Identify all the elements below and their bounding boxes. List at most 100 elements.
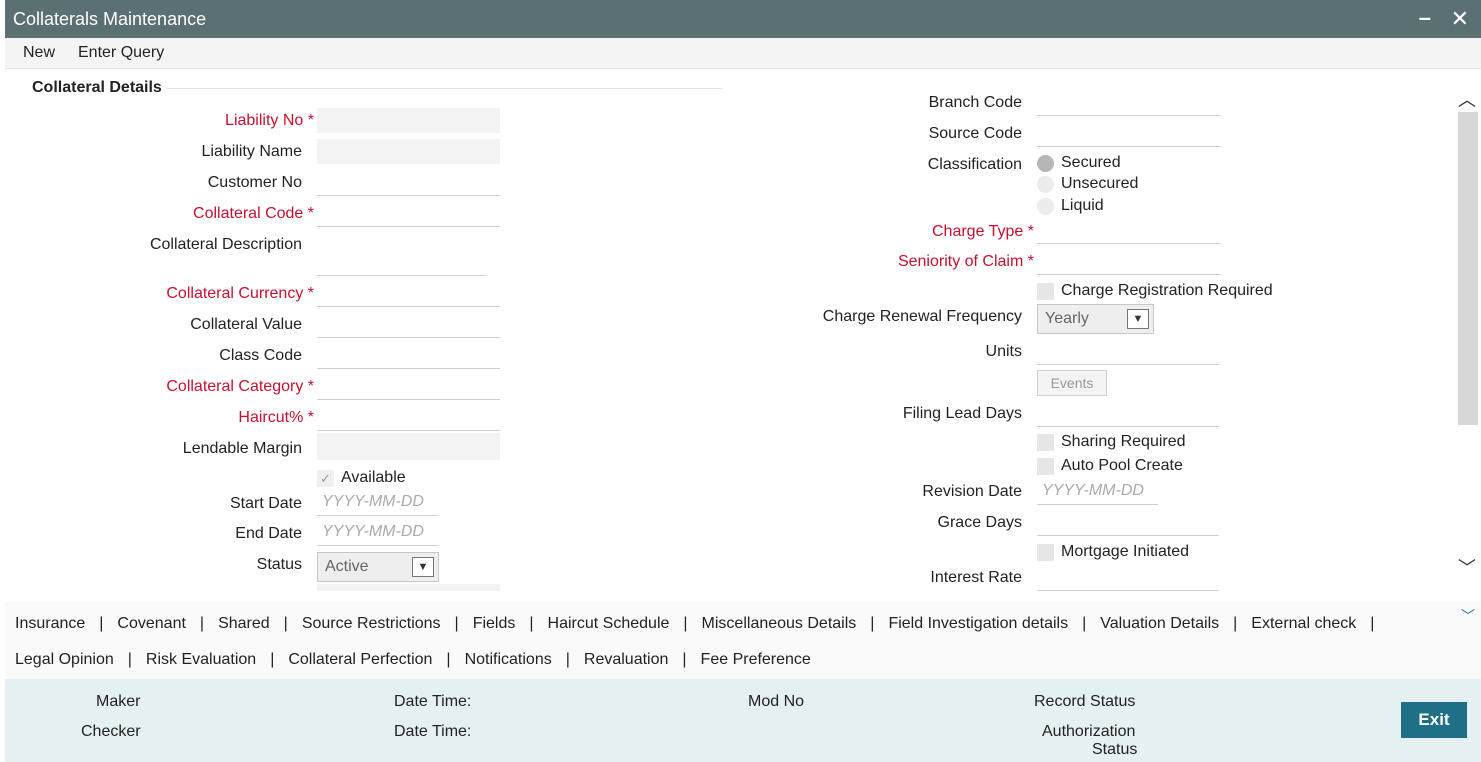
classification-secured-radio[interactable] <box>1037 155 1054 172</box>
tab-valuation-details[interactable]: Valuation Details <box>1100 615 1219 633</box>
collateral-code-field[interactable] <box>317 201 500 227</box>
collateral-description-field[interactable] <box>317 250 487 276</box>
chevron-down-icon[interactable]: ▼ <box>412 557 434 577</box>
collateral-value-field[interactable] <box>317 312 500 338</box>
start-date-label: Start Date <box>229 495 302 512</box>
revision-date-placeholder: YYYY-MM-DD <box>1042 482 1144 499</box>
tab-miscellaneous-details[interactable]: Miscellaneous Details <box>702 615 857 633</box>
chevron-down-icon[interactable]: ▼ <box>1127 309 1149 329</box>
minimize-icon[interactable]: – <box>1419 5 1431 31</box>
status-select-value: Active <box>325 558 369 575</box>
auto-pool-create-checkbox[interactable] <box>1037 458 1054 475</box>
units-label: Units <box>985 343 1022 360</box>
tab-collateral-perfection[interactable]: Collateral Perfection <box>288 651 432 669</box>
tab-separator: | <box>446 651 451 668</box>
tab-separator: | <box>1370 615 1375 632</box>
end-date-placeholder: YYYY-MM-DD <box>322 523 424 540</box>
charge-renewal-frequency-label: Charge Renewal Frequency <box>822 308 1022 325</box>
tab-covenant[interactable]: Covenant <box>117 615 186 633</box>
tab-legal-opinion[interactable]: Legal Opinion <box>15 651 114 669</box>
close-icon[interactable]: ✕ <box>1451 6 1469 32</box>
source-code-field[interactable] <box>1037 121 1221 147</box>
seniority-of-claim-field[interactable] <box>1037 249 1221 275</box>
checker-label: Checker <box>81 723 141 740</box>
scroll-down-icon[interactable]: ﹀ <box>1458 554 1476 580</box>
tab-field-investigation-details[interactable]: Field Investigation details <box>888 615 1068 633</box>
collateral-category-field[interactable] <box>317 374 500 400</box>
tab-risk-evaluation[interactable]: Risk Evaluation <box>146 651 256 669</box>
tab-shared[interactable]: Shared <box>218 615 270 633</box>
chevron-down-icon[interactable]: ﹀ <box>1461 606 1475 626</box>
tab-separator: | <box>127 651 132 668</box>
collateral-code-label: Collateral Code * <box>193 205 314 222</box>
branch-code-field[interactable] <box>1037 90 1221 116</box>
enter-query-menu-item[interactable]: Enter Query <box>78 44 164 62</box>
tab-separator: | <box>283 615 288 632</box>
tab-insurance[interactable]: Insurance <box>15 615 85 633</box>
lendable-margin-label: Lendable Margin <box>182 440 302 457</box>
branch-code-label: Branch Code <box>928 94 1022 111</box>
customer-no-field[interactable] <box>317 170 500 196</box>
units-field[interactable] <box>1037 339 1219 365</box>
class-code-field[interactable] <box>317 343 500 369</box>
tab-separator: | <box>454 615 459 632</box>
tab-row-1: Insurance | Covenant | Shared | Source Restric… <box>15 615 1388 633</box>
audit-footer: Maker Checker Date Time: Date Time: Mod … <box>5 679 1481 762</box>
sharing-required-label: Sharing Required <box>1061 433 1186 450</box>
grace-days-field[interactable] <box>1037 510 1219 536</box>
charge-registration-required-checkbox[interactable] <box>1037 283 1054 300</box>
available-checkbox[interactable]: ✓ <box>317 470 334 487</box>
tab-separator: | <box>1233 615 1238 632</box>
tab-external-check[interactable]: External check <box>1251 615 1356 633</box>
new-menu-item[interactable]: New <box>23 44 55 62</box>
authorization-status-label-line2: Status <box>1092 741 1138 758</box>
revision-date-field[interactable]: YYYY-MM-DD <box>1037 479 1158 505</box>
tab-haircut-schedule[interactable]: Haircut Schedule <box>548 615 670 633</box>
classification-liquid-radio[interactable] <box>1037 198 1054 215</box>
customer-no-label: Customer No <box>207 174 302 191</box>
tab-strip: Insurance | Covenant | Shared | Source Restric… <box>5 602 1481 679</box>
mortgage-initiated-checkbox[interactable] <box>1037 544 1054 561</box>
end-date-label: End Date <box>235 525 302 542</box>
tab-revaluation[interactable]: Revaluation <box>584 651 669 669</box>
tab-fields[interactable]: Fields <box>473 615 516 633</box>
classification-unsecured-radio[interactable] <box>1037 176 1054 193</box>
events-button[interactable]: Events <box>1037 370 1107 396</box>
charge-type-field[interactable] <box>1037 218 1221 244</box>
filing-lead-days-label: Filing Lead Days <box>902 405 1022 422</box>
haircut-field[interactable] <box>317 405 500 431</box>
start-date-field[interactable]: YYYY-MM-DD <box>317 490 439 516</box>
charge-renewal-frequency-select[interactable]: Yearly ▼ <box>1037 304 1154 334</box>
grace-days-label: Grace Days <box>937 514 1022 531</box>
mortgage-initiated-label: Mortgage Initiated <box>1061 543 1190 560</box>
collateral-description-label: Collateral Description <box>149 236 302 253</box>
auto-pool-create-label: Auto Pool Create <box>1061 457 1183 474</box>
maker-date-time-label: Date Time: <box>394 693 472 710</box>
tab-separator: | <box>682 651 687 668</box>
charge-type-label: Charge Type * <box>931 223 1034 240</box>
start-date-placeholder: YYYY-MM-DD <box>322 493 424 510</box>
revision-date-label: Revision Date <box>922 483 1022 500</box>
hidden-field-strip <box>317 584 500 592</box>
vertical-scrollbar[interactable] <box>1458 112 1478 425</box>
sharing-required-checkbox[interactable] <box>1037 434 1054 451</box>
classification-label: Classification <box>927 156 1022 173</box>
collateral-category-label: Collateral Category * <box>166 378 314 395</box>
tab-separator: | <box>529 615 534 632</box>
collateral-currency-field[interactable] <box>317 281 500 307</box>
liability-no-field[interactable] <box>317 108 500 134</box>
classification-secured-label: Secured <box>1061 154 1121 171</box>
window-titlebar: Collaterals Maintenance – ✕ <box>5 0 1481 38</box>
tab-fee-preference[interactable]: Fee Preference <box>701 651 811 669</box>
authorization-status-label: Authorization <box>1042 723 1136 740</box>
exit-button[interactable]: Exit <box>1401 702 1467 738</box>
filing-lead-days-field[interactable] <box>1037 401 1219 427</box>
class-code-label: Class Code <box>219 347 302 364</box>
interest-rate-field[interactable] <box>1037 565 1219 591</box>
tab-source-restrictions[interactable]: Source Restrictions <box>302 615 441 633</box>
end-date-field[interactable]: YYYY-MM-DD <box>317 520 439 546</box>
tab-notifications[interactable]: Notifications <box>465 651 552 669</box>
status-select[interactable]: Active ▼ <box>317 552 439 582</box>
scroll-up-icon[interactable]: ︿ <box>1458 86 1476 112</box>
tab-separator: | <box>99 615 104 632</box>
